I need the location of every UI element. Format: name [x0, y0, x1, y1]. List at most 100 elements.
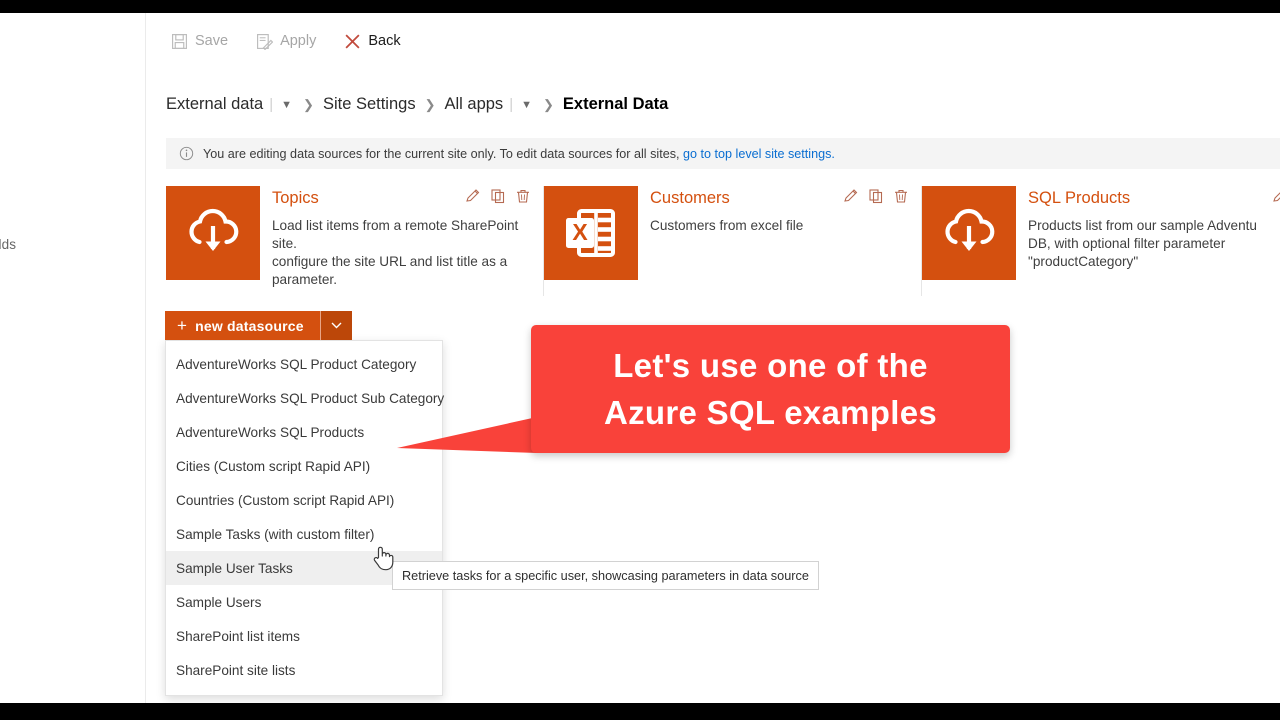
- breadcrumb-divider: |: [269, 96, 274, 113]
- sidebar-item-2[interactable]: ments: [0, 112, 142, 128]
- breadcrumb: External data | ▼ ❯ Site Settings ❯ All …: [166, 95, 668, 114]
- menu-item[interactable]: Sample Users: [166, 585, 442, 619]
- menu-item-label: AdventureWorks SQL Product Sub Category: [176, 390, 445, 406]
- card-icon-tile: X: [544, 186, 639, 280]
- cloud-download-icon: [189, 208, 239, 251]
- sidebar-item-5[interactable]: st list: [0, 279, 142, 295]
- edit-icon[interactable]: [1272, 188, 1280, 204]
- card-title[interactable]: SQL Products: [1028, 187, 1280, 209]
- top-level-site-settings-link[interactable]: go to top level site settings.: [683, 147, 835, 161]
- tooltip-text: Retrieve tasks for a specific user, show…: [402, 568, 809, 583]
- new-datasource-split-button: + new datasource: [165, 311, 352, 340]
- banner-text: You are editing data sources for the cur…: [203, 147, 835, 161]
- apply-icon: [257, 33, 274, 50]
- close-icon: [345, 33, 360, 49]
- breadcrumb-separator: ❯: [424, 96, 436, 112]
- left-sidebar: ook ments racker a to multiple fields st…: [0, 13, 146, 703]
- delete-icon[interactable]: [893, 188, 909, 204]
- menu-item[interactable]: SharePoint list items: [166, 619, 442, 653]
- back-label: Back: [368, 33, 401, 49]
- menu-item[interactable]: Countries (Custom script Rapid API): [166, 483, 442, 517]
- card-description: Products list from our sample Adventu DB…: [1028, 218, 1257, 269]
- sidebar-item-6[interactable]: p to Excel: [0, 320, 142, 336]
- chevron-down-icon: [331, 322, 342, 329]
- menu-item-label: SharePoint site lists: [176, 662, 296, 678]
- save-label: Save: [195, 33, 229, 49]
- card-description: Load list items from a remote SharePoint…: [272, 218, 519, 287]
- command-toolbar: Save Apply Back: [146, 13, 1280, 69]
- new-datasource-button[interactable]: + new datasource: [165, 311, 320, 340]
- letterbox-bottom: [0, 703, 1280, 720]
- menu-item-label: Sample User Tasks: [176, 560, 293, 576]
- menu-item-label: Sample Tasks (with custom filter): [176, 526, 375, 542]
- breadcrumb-item-all-apps[interactable]: All apps: [444, 95, 503, 114]
- back-button[interactable]: Back: [339, 29, 405, 54]
- sidebar-item-label: a to multiple fields: [0, 237, 17, 252]
- edit-icon[interactable]: [843, 188, 859, 204]
- callout-line-2: Azure SQL examples: [603, 394, 938, 431]
- copy-icon[interactable]: [490, 188, 506, 204]
- menu-item[interactable]: Sample Tasks (with custom filter): [166, 517, 442, 551]
- annotation-callout: Let's use one of the Azure SQL examples: [397, 325, 1010, 453]
- menu-item[interactable]: Cities (Custom script Rapid API): [166, 449, 442, 483]
- new-datasource-dropdown-toggle[interactable]: [319, 311, 352, 340]
- menu-item[interactable]: SharePoint site lists: [166, 653, 442, 687]
- menu-item-label: Sample Users: [176, 594, 262, 610]
- card-body: Topics Load list items from a remote Sha…: [260, 186, 533, 296]
- datasource-card: SQL Products Products list from our samp…: [922, 186, 1280, 296]
- sidebar-item-7[interactable]: ps to SQL: [0, 362, 142, 378]
- datasource-card: Topics Load list items from a remote Sha…: [166, 186, 545, 296]
- sidebar-item-4[interactable]: a to multiple fields: [0, 237, 142, 253]
- page-canvas: ook ments racker a to multiple fields st…: [0, 13, 1280, 703]
- info-banner: You are editing data sources for the cur…: [166, 138, 1280, 169]
- letterbox-top: [0, 0, 1280, 13]
- excel-file-icon: X: [566, 209, 616, 257]
- sidebar-item-3[interactable]: racker: [0, 196, 142, 212]
- menu-item[interactable]: AdventureWorks SQL Product Category: [166, 347, 442, 381]
- callout-line-1: Let's use one of the: [613, 347, 928, 384]
- card-action-group: [465, 188, 531, 204]
- cloud-download-icon: [945, 208, 995, 251]
- copy-icon[interactable]: [868, 188, 884, 204]
- card-body: SQL Products Products list from our samp…: [1016, 186, 1280, 296]
- info-icon: [179, 146, 194, 161]
- card-body: Customers Customers from excel file: [638, 186, 911, 296]
- menu-item-label: Countries (Custom script Rapid API): [176, 492, 395, 508]
- sidebar-item-8[interactable]: ntents: [0, 403, 142, 419]
- callout-tail: [397, 417, 537, 453]
- save-button[interactable]: Save: [166, 29, 233, 54]
- sidebar-item-9[interactable]: e bin: [0, 445, 142, 461]
- sidebar-item-1[interactable]: ook: [0, 71, 142, 87]
- breadcrumb-current-page: External Data: [562, 95, 669, 113]
- card-icon-tile: [922, 186, 1017, 280]
- breadcrumb-divider: |: [509, 96, 514, 113]
- chevron-down-icon[interactable]: ▼: [281, 99, 292, 111]
- screen-capture: ook ments racker a to multiple fields st…: [0, 0, 1280, 720]
- menu-item[interactable]: AdventureWorks SQL Product Sub Category: [166, 381, 445, 415]
- menu-item-tooltip: Retrieve tasks for a specific user, show…: [392, 561, 819, 590]
- datasource-template-menu: AdventureWorks SQL Product Category Adve…: [165, 340, 445, 696]
- breadcrumb-separator: ❯: [542, 96, 554, 112]
- edit-icon[interactable]: [465, 188, 481, 204]
- plus-icon: +: [177, 315, 188, 335]
- delete-icon[interactable]: [515, 188, 531, 204]
- datasource-card: X Customers Customers from excel file: [544, 186, 923, 296]
- breadcrumb-item-external-data[interactable]: External data: [166, 95, 263, 114]
- apply-button[interactable]: Apply: [251, 29, 321, 54]
- menu-item-label: AdventureWorks SQL Product Category: [176, 356, 417, 372]
- chevron-down-icon[interactable]: ▼: [521, 99, 532, 111]
- svg-text:X: X: [572, 219, 588, 245]
- menu-item-label: AdventureWorks SQL Products: [176, 424, 365, 440]
- new-datasource-label: new datasource: [195, 317, 304, 334]
- card-icon-tile: [166, 186, 260, 280]
- card-action-group: [843, 188, 909, 204]
- banner-message: You are editing data sources for the cur…: [203, 146, 683, 161]
- apply-label: Apply: [280, 33, 317, 49]
- breadcrumb-separator: ❯: [303, 96, 314, 112]
- card-description: Customers from excel file: [650, 218, 804, 233]
- card-action-group: [1272, 188, 1280, 204]
- breadcrumb-item-site-settings[interactable]: Site Settings: [323, 95, 416, 114]
- menu-item-label: Cities (Custom script Rapid API): [176, 458, 371, 474]
- save-icon: [172, 33, 187, 49]
- datasource-card-list: Topics Load list items from a remote Sha…: [166, 186, 1280, 298]
